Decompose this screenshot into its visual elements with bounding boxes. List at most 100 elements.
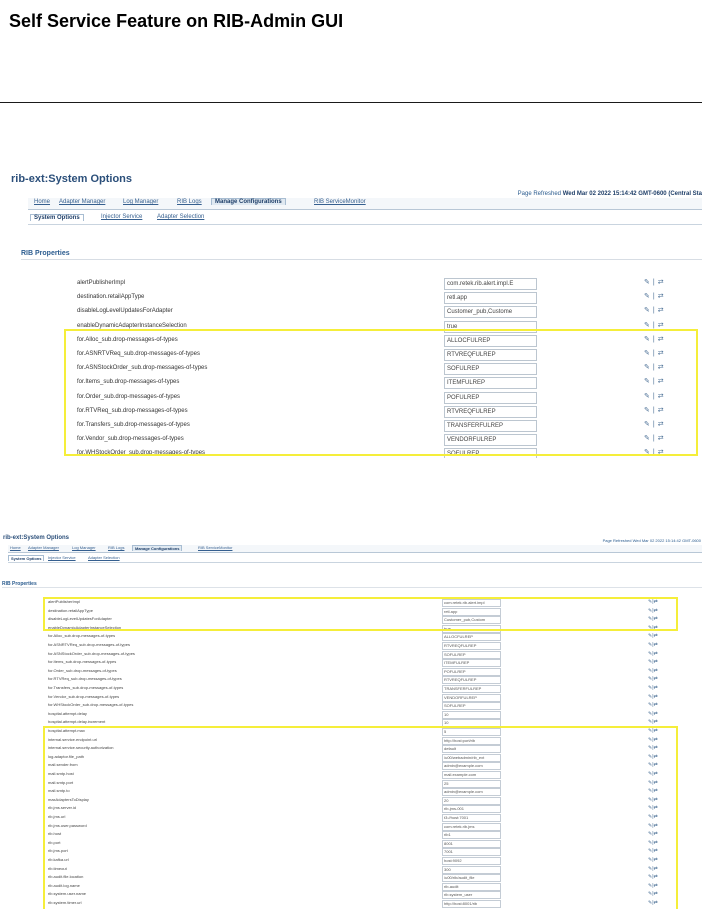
highlight-box (64, 329, 698, 456)
separator: | (652, 293, 655, 301)
nav-tab-manage-configurations[interactable]: Manage Configurations (211, 198, 286, 205)
property-value-field[interactable]: retl.app (444, 292, 537, 305)
section-divider (2, 587, 702, 588)
reset-icon[interactable]: ⇄ (654, 676, 658, 682)
reset-icon[interactable]: ⇄ (658, 293, 664, 300)
property-name: for.WHStockOrder_sub.drop-messages-of-ty… (48, 702, 134, 708)
reset-icon[interactable]: ⇄ (658, 322, 664, 329)
property-name: for.Vendor_sub.drop-messages-of-types (48, 693, 120, 699)
nav-tab-manage-configurations[interactable]: Manage Configurations (132, 545, 183, 551)
reset-icon[interactable]: ⇄ (654, 719, 658, 725)
table-row: for.Order_sub.drop-messages-of-types POFU… (0, 667, 702, 676)
tab-adapter-selection[interactable]: Adapter Selection (88, 555, 120, 560)
row-actions: ✎|⇄ (648, 719, 658, 725)
reset-icon[interactable]: ⇄ (658, 279, 664, 286)
property-value-field[interactable]: POFULREP (442, 667, 501, 676)
nav-tab-rib-servicemonitor[interactable]: RIB ServiceMonitor (314, 199, 366, 205)
table-row: for.Items_sub.drop-messages-of-types ITEM… (0, 659, 702, 668)
property-value-field[interactable]: Customer_pub,Custome (444, 306, 537, 319)
reset-icon[interactable]: ⇄ (654, 633, 658, 639)
property-name: enableDynamicAdapterInstanceSelection (77, 322, 187, 329)
reset-icon[interactable]: ⇄ (654, 702, 658, 708)
page-refreshed-status: Page Refreshed Wed Mar 02 2022 15:14:42 … (518, 191, 702, 197)
property-value-field[interactable]: TRANSFERFULREP (442, 685, 501, 693)
row-actions: ✎|⇄ (648, 685, 658, 691)
page-title: rib-ext:System Options (11, 173, 133, 185)
tab-system-options[interactable]: System Options (30, 214, 84, 221)
title-divider (0, 102, 702, 103)
row-actions: ✎|⇄ (648, 668, 658, 674)
section-divider (21, 259, 702, 260)
section-title: RIB Properties (21, 250, 70, 257)
sub-tab-bar: System Options Injector Service Adapter … (8, 555, 702, 563)
property-name: for.ASNStockOrder_sub.drop-messages-of-t… (48, 650, 135, 656)
property-name: destination.retailAppType (77, 294, 145, 301)
nav-tab-rib-servicemonitor[interactable]: RIB ServiceMonitor (198, 545, 232, 550)
edit-icon[interactable]: ✎ (644, 322, 650, 329)
property-name: for.ASNRTVReq_sub.drop-messages-of-types (48, 642, 130, 647)
edit-icon[interactable]: ✎ (644, 307, 650, 314)
table-row: for.WHStockOrder_sub.drop-messages-of-ty… (0, 702, 702, 711)
table-row: for.ASNStockOrder_sub.drop-messages-of-t… (0, 650, 702, 659)
nav-tab-log-manager[interactable]: Log Manager (123, 199, 158, 205)
row-actions: ✎|⇄ (648, 702, 658, 708)
property-value-field[interactable]: VENDORFULREP (442, 693, 501, 702)
reset-icon[interactable]: ⇄ (654, 668, 658, 674)
edit-icon[interactable]: ✎ (644, 279, 650, 286)
tab-injector-service[interactable]: Injector Service (48, 555, 76, 560)
reset-icon[interactable]: ⇄ (654, 642, 658, 648)
property-name: alertPublisherImpl (77, 280, 126, 286)
nav-tab-rib-logs[interactable]: RIB Logs (108, 545, 124, 550)
separator: | (652, 321, 655, 329)
row-actions: ✎|⇄ (648, 676, 658, 682)
reset-icon[interactable]: ⇄ (654, 685, 658, 691)
row-actions: ✎|⇄ (648, 642, 658, 648)
screenshot-system-options-full: rib-ext:System Options Page Refreshed We… (0, 533, 702, 909)
reset-icon[interactable]: ⇄ (654, 711, 658, 717)
edit-icon[interactable]: ✎ (644, 293, 650, 300)
property-value-field[interactable]: SOFULREP (442, 702, 501, 711)
property-value-field[interactable]: 10 (442, 710, 501, 719)
separator: | (652, 307, 655, 315)
screenshot-system-options-detail: rib-ext:System Options Page Refreshed We… (8, 170, 702, 458)
property-name: for.Items_sub.drop-messages-of-types (48, 659, 117, 665)
property-value-field[interactable]: RTVREQFULREP (442, 642, 501, 650)
property-value-field[interactable]: com.retek.rib.alert.impl.E (444, 278, 537, 290)
nav-tab-adapter-manager[interactable]: Adapter Manager (59, 199, 105, 205)
table-row: for.Alloc_sub.drop-messages-of-types ALLO… (0, 633, 702, 642)
row-actions: ✎|⇄ (644, 278, 667, 286)
property-name: for.Transfers_sub.drop-messages-of-types (48, 685, 124, 690)
table-row: alertPublisherImpl com.retek.rib.alert.im… (8, 278, 702, 290)
reset-icon[interactable]: ⇄ (654, 694, 658, 700)
page-title: rib-ext:System Options (3, 535, 70, 541)
document-title: Self Service Feature on RIB-Admin GUI (9, 11, 344, 31)
row-actions: ✎|⇄ (644, 306, 667, 314)
main-nav-bar: Home Adapter Manager Log Manager RIB Log… (28, 198, 702, 210)
sub-tab-bar: System Options Injector Service Adapter … (28, 214, 702, 225)
property-name: hospital.attempt.delay (48, 710, 87, 716)
reset-icon[interactable]: ⇄ (658, 307, 664, 314)
refresh-time: Wed Mar 02 2022 15:14:42 GMT-0600 (Centr… (562, 191, 702, 197)
property-value-field[interactable]: ALLOCFULREP (442, 633, 501, 642)
property-value-field[interactable]: ITEMFULREP (442, 659, 501, 668)
row-actions: ✎|⇄ (644, 321, 667, 329)
reset-icon[interactable]: ⇄ (654, 651, 658, 657)
tab-injector-service[interactable]: Injector Service (101, 214, 142, 220)
nav-tab-log-manager[interactable]: Log Manager (72, 545, 96, 550)
table-row: disableLogLevelUpdatesForAdapter Customer… (8, 306, 702, 319)
reset-icon[interactable]: ⇄ (654, 659, 658, 665)
property-name: for.Order_sub.drop-messages-of-types (48, 667, 117, 673)
nav-tab-rib-logs[interactable]: RIB Logs (177, 199, 202, 205)
property-value-field[interactable]: RTVREQFULREP (442, 676, 501, 685)
main-nav-bar: Home Adapter Manager Log Manager RIB Log… (8, 545, 702, 553)
separator: | (652, 279, 655, 286)
nav-tab-home[interactable]: Home (10, 545, 21, 550)
property-value-field[interactable]: SOFULREP (442, 650, 501, 659)
tab-adapter-selection[interactable]: Adapter Selection (157, 214, 204, 220)
highlight-box (43, 726, 678, 909)
tab-system-options[interactable]: System Options (8, 555, 45, 561)
nav-tab-home[interactable]: Home (34, 199, 50, 205)
row-actions: ✎|⇄ (648, 651, 658, 657)
nav-tab-adapter-manager[interactable]: Adapter Manager (28, 545, 59, 550)
table-row: for.RTVReq_sub.drop-messages-of-types RTV… (0, 676, 702, 685)
